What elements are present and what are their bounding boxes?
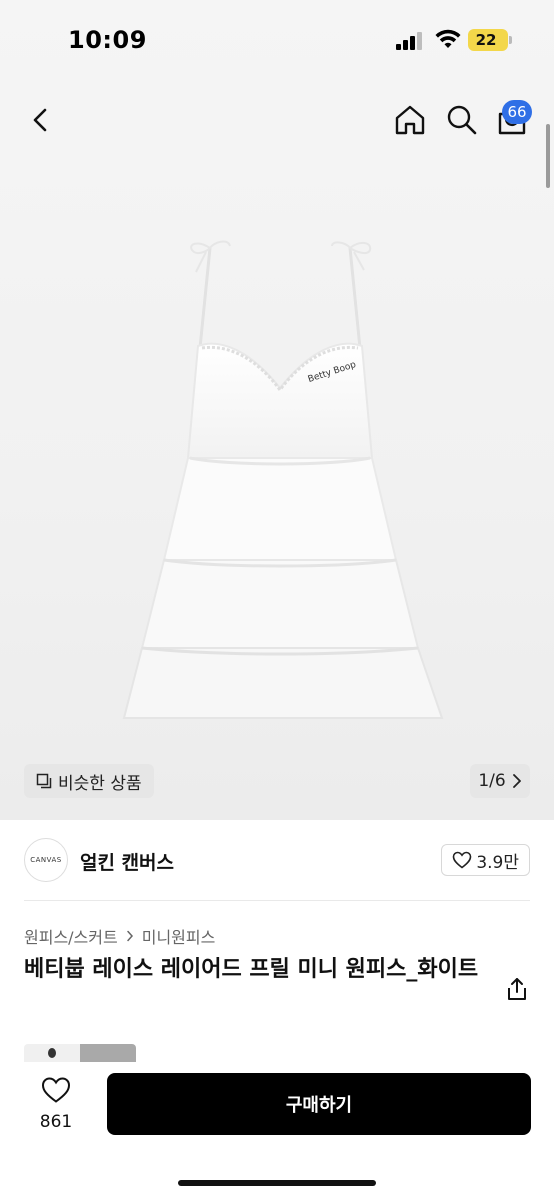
product-image-area[interactable]: 10:09 22 66 Betty Boop 비슷한 상품 1/6 bbox=[0, 0, 554, 820]
cart-count-badge: 66 bbox=[502, 100, 532, 124]
status-bar: 10:09 22 bbox=[0, 0, 554, 82]
battery-level: 22 bbox=[475, 31, 497, 49]
status-time: 10:09 bbox=[68, 26, 147, 54]
similar-products-label: 비슷한 상품 bbox=[58, 773, 142, 794]
brand-like-count: 3.9만 bbox=[476, 852, 519, 873]
back-chevron-icon[interactable] bbox=[24, 102, 58, 138]
breadcrumb: 원피스/스커트 미니원피스 bbox=[24, 924, 215, 948]
thumbnail-image[interactable] bbox=[80, 1044, 136, 1064]
share-icon[interactable] bbox=[504, 976, 530, 1002]
home-indicator bbox=[178, 1180, 376, 1186]
search-icon[interactable] bbox=[444, 102, 480, 138]
chevron-right-icon bbox=[126, 930, 133, 942]
battery-indicator: 22 bbox=[468, 29, 512, 51]
page-indicator-label: 1/6 bbox=[478, 771, 506, 791]
like-button[interactable]: 861 bbox=[30, 1076, 82, 1132]
brand-name[interactable]: 얼킨 캔버스 bbox=[80, 848, 174, 875]
thumbnail-image[interactable] bbox=[24, 1044, 80, 1064]
wifi-icon bbox=[435, 29, 461, 48]
heart-icon bbox=[41, 1077, 71, 1103]
review-thumbnails[interactable] bbox=[24, 1044, 136, 1064]
signal-icon bbox=[396, 32, 424, 50]
product-title: 베티붑 레이스 레이어드 프릴 미니 원피스_화이트 bbox=[24, 957, 479, 982]
bottom-action-bar: 861 구매하기 bbox=[0, 1062, 554, 1200]
buy-button[interactable]: 구매하기 bbox=[107, 1073, 531, 1135]
brand-like-button[interactable]: 3.9만 bbox=[441, 844, 530, 876]
breadcrumb-subcategory[interactable]: 미니원피스 bbox=[142, 924, 216, 948]
home-icon[interactable] bbox=[392, 102, 428, 138]
copy-icon bbox=[36, 773, 52, 789]
brand-row[interactable]: CANVAS 얼킨 캔버스 3.9만 bbox=[24, 838, 530, 882]
breadcrumb-category[interactable]: 원피스/스커트 bbox=[24, 924, 118, 948]
brand-logo[interactable]: CANVAS bbox=[24, 838, 68, 882]
similar-products-button[interactable]: 비슷한 상품 bbox=[24, 764, 154, 798]
divider bbox=[24, 900, 530, 901]
heart-icon bbox=[453, 851, 472, 869]
chevron-right-icon bbox=[512, 774, 521, 788]
like-count: 861 bbox=[39, 1112, 73, 1132]
scroll-indicator bbox=[546, 124, 550, 188]
image-page-indicator[interactable]: 1/6 bbox=[470, 764, 530, 798]
product-photo-dress: Betty Boop bbox=[122, 240, 444, 719]
